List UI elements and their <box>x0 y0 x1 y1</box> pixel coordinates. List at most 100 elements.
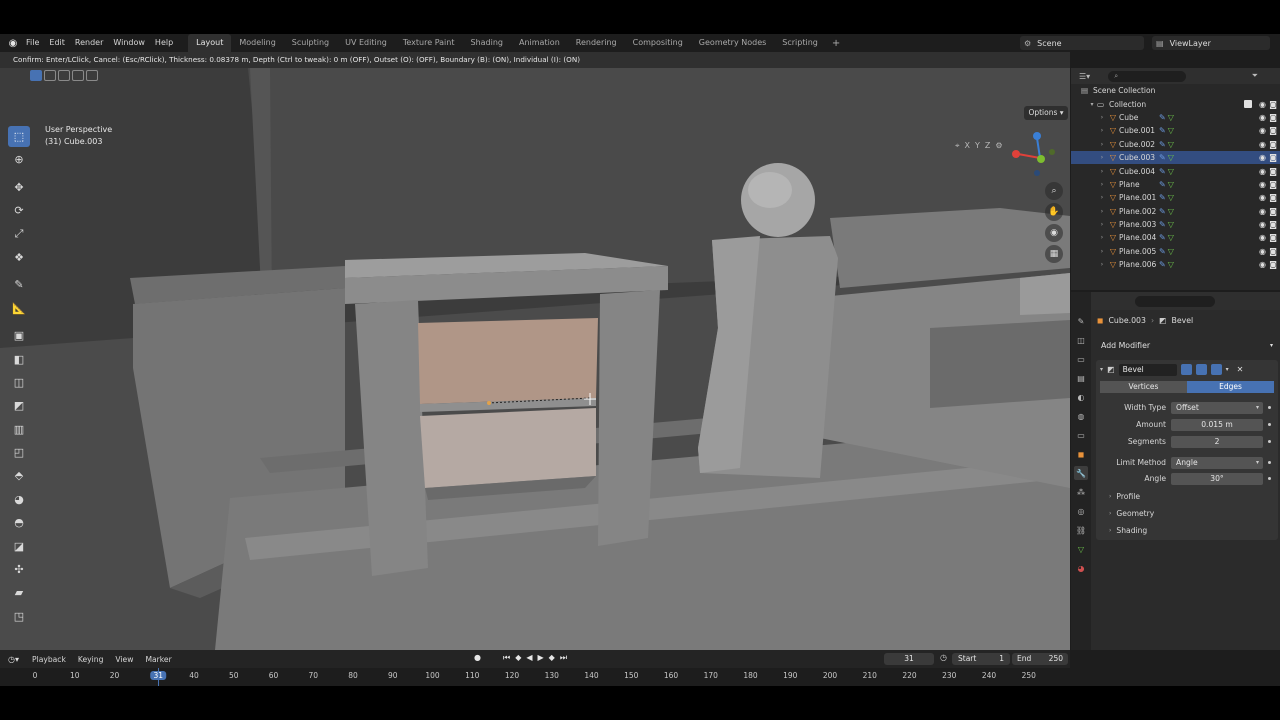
render-camera-icon[interactable]: ◙ <box>1269 247 1277 256</box>
outliner-item[interactable]: › ▽ Cube.002 ✎ ▽ ◉ ◙ <box>1071 138 1280 151</box>
options-dropdown[interactable]: Options ▾ <box>1024 106 1068 120</box>
view-layer-selector[interactable]: ▤ ViewLayer <box>1152 36 1270 50</box>
transform-pivot-icon[interactable]: ⚙ <box>995 141 1002 151</box>
particles-tab-icon[interactable]: ⁂ <box>1074 485 1088 499</box>
modifier-wrench-icon[interactable]: ✎ <box>1159 153 1166 162</box>
extrude-icon[interactable]: ◧ <box>8 349 30 370</box>
modifier-wrench-icon[interactable]: 🔧 <box>1074 466 1088 480</box>
mirror-icon[interactable]: ⌖ <box>955 141 960 151</box>
add-workspace-button[interactable]: + <box>826 38 846 49</box>
expand-icon[interactable]: › <box>1097 208 1107 215</box>
modifier-name-field[interactable]: Bevel <box>1118 363 1177 376</box>
jump-end-icon[interactable]: ⏭ <box>560 653 567 663</box>
tab-layout[interactable]: Layout <box>188 34 232 52</box>
expand-icon[interactable]: › <box>1097 181 1107 188</box>
viewport-toggle-icon[interactable] <box>1195 364 1207 375</box>
modifier-wrench-icon[interactable]: ✎ <box>1159 220 1166 229</box>
menu-keying[interactable]: Keying <box>72 655 110 664</box>
add-cube-icon[interactable]: ▣ <box>8 325 30 346</box>
data-tab-icon[interactable]: ▽ <box>1074 542 1088 556</box>
move-icon[interactable]: ✥ <box>8 177 30 198</box>
subpanel-header[interactable]: › Profile <box>1109 492 1140 501</box>
modifier-wrench-icon[interactable]: ✎ <box>1159 167 1166 176</box>
visibility-eye-icon[interactable]: ◉ <box>1259 260 1266 269</box>
select-mode-intersect-icon[interactable] <box>86 70 98 81</box>
pan-hand-icon[interactable]: ✋ <box>1045 203 1063 221</box>
select-mode-invert-icon[interactable] <box>72 70 84 81</box>
collapse-icon[interactable]: ▾ <box>1087 101 1097 108</box>
render-camera-icon[interactable]: ◙ <box>1269 113 1277 122</box>
modifier-wrench-icon[interactable]: ✎ <box>1159 233 1166 242</box>
end-frame-field[interactable]: End 250 <box>1012 653 1068 665</box>
outliner-item[interactable]: › ▽ Cube ✎ ▽ ◉ ◙ <box>1071 111 1280 124</box>
modifier-wrench-icon[interactable]: ✎ <box>1159 140 1166 149</box>
outliner-item[interactable]: › ▽ Cube.001 ✎ ▽ ◉ ◙ <box>1071 124 1280 137</box>
playhead[interactable] <box>158 668 159 686</box>
visibility-eye-icon[interactable]: ◉ <box>1259 140 1266 149</box>
modifier-menu-icon[interactable]: ▾ <box>1226 366 1229 373</box>
axis-y-toggle[interactable]: Y <box>975 141 980 151</box>
properties-search[interactable] <box>1135 295 1215 307</box>
render-camera-icon[interactable]: ◙ <box>1269 260 1277 269</box>
outliner-item[interactable]: › ▽ Plane.004 ✎ ▽ ◉ ◙ <box>1071 231 1280 244</box>
smooth-icon[interactable]: ◓ <box>8 512 30 533</box>
modifier-wrench-icon[interactable]: ✎ <box>1159 207 1166 216</box>
field-value[interactable]: 0.015 m <box>1171 418 1263 431</box>
outliner-item[interactable]: › ▽ Cube.003 ✎ ▽ ◉ ◙ <box>1071 150 1280 165</box>
visibility-eye-icon[interactable]: ◉ <box>1259 113 1266 122</box>
render-camera-icon[interactable]: ◙ <box>1269 167 1277 176</box>
record-icon[interactable]: ● <box>474 653 481 663</box>
select-mode-new-icon[interactable] <box>30 70 42 81</box>
physics-tab-icon[interactable]: ◎ <box>1074 504 1088 518</box>
loop-cut-icon[interactable]: ▥ <box>8 419 30 440</box>
tab-shading[interactable]: Shading <box>462 34 511 52</box>
menu-marker[interactable]: Marker <box>139 655 177 664</box>
expand-icon[interactable]: › <box>1097 141 1107 148</box>
menu-help[interactable]: Help <box>150 34 178 52</box>
render-camera-icon[interactable]: ◙ <box>1269 193 1277 202</box>
grid-icon[interactable]: ▦ <box>1045 245 1063 263</box>
tab-uv-editing[interactable]: UV Editing <box>337 34 395 52</box>
expand-icon[interactable]: › <box>1097 194 1107 201</box>
poly-build-icon[interactable]: ⬘ <box>8 465 30 486</box>
tab-sculpting[interactable]: Sculpting <box>284 34 337 52</box>
render-camera-icon[interactable]: ◙ <box>1269 180 1277 189</box>
axis-z-toggle[interactable]: Z <box>985 141 990 151</box>
editor-type-icon[interactable]: ◷▾ <box>8 655 26 664</box>
expand-icon[interactable]: › <box>1097 127 1107 134</box>
outliner-item[interactable]: › ▽ Plane.005 ✎ ▽ ◉ ◙ <box>1071 245 1280 258</box>
visibility-eye-icon[interactable]: ◉ <box>1259 193 1266 202</box>
scene-tab-icon[interactable]: ◐ <box>1074 390 1088 404</box>
render-camera-icon[interactable]: ◙ <box>1269 233 1277 242</box>
expand-icon[interactable]: › <box>1097 234 1107 241</box>
measure-icon[interactable]: 📐 <box>8 298 30 319</box>
edit-mode-toggle-icon[interactable] <box>1180 364 1192 375</box>
tab-geometry-nodes[interactable]: Geometry Nodes <box>691 34 774 52</box>
annotate-icon[interactable]: ✎ <box>8 274 30 295</box>
clock-icon[interactable]: ◷ <box>940 653 947 662</box>
add-modifier-button[interactable]: Add Modifier ▾ <box>1097 338 1277 353</box>
rip-icon[interactable]: ◳ <box>8 606 30 627</box>
transform-icon[interactable]: ❖ <box>8 247 30 268</box>
expand-icon[interactable]: › <box>1097 248 1107 255</box>
output-tab-icon[interactable]: ▭ <box>1074 352 1088 366</box>
subpanel-header[interactable]: › Geometry <box>1109 509 1154 518</box>
zoom-icon[interactable]: ⌕ <box>1045 182 1063 200</box>
render-toggle-icon[interactable] <box>1210 364 1222 375</box>
keyframe-dot-icon[interactable] <box>1268 440 1271 443</box>
view-layer-tab-icon[interactable]: ▤ <box>1074 371 1088 385</box>
prev-keyframe-icon[interactable]: ◆ <box>515 653 521 663</box>
bevel-icon[interactable]: ◩ <box>8 395 30 416</box>
frame-ruler[interactable]: 0102031405060708090100110120130140150160… <box>0 668 1070 686</box>
outliner-item[interactable]: › ▽ Plane.006 ✎ ▽ ◉ ◙ <box>1071 258 1280 271</box>
modifier-wrench-icon[interactable]: ✎ <box>1159 193 1166 202</box>
collection-row[interactable]: ▾ ▭ Collection ◉ ◙ <box>1071 97 1280 110</box>
modifier-wrench-icon[interactable]: ✎ <box>1159 126 1166 135</box>
render-camera-icon[interactable]: ◙ <box>1269 220 1277 229</box>
3d-viewport[interactable]: ⌖ X Y Z ⚙ Options ▾ User Perspective (31… <box>0 68 1070 650</box>
visibility-eye-icon[interactable]: ◉ <box>1259 180 1266 189</box>
camera-icon[interactable]: ◉ <box>1045 224 1063 242</box>
tab-scripting[interactable]: Scripting <box>774 34 826 52</box>
tool-tab-icon[interactable]: ✎ <box>1074 314 1088 328</box>
modifier-wrench-icon[interactable]: ✎ <box>1159 113 1166 122</box>
